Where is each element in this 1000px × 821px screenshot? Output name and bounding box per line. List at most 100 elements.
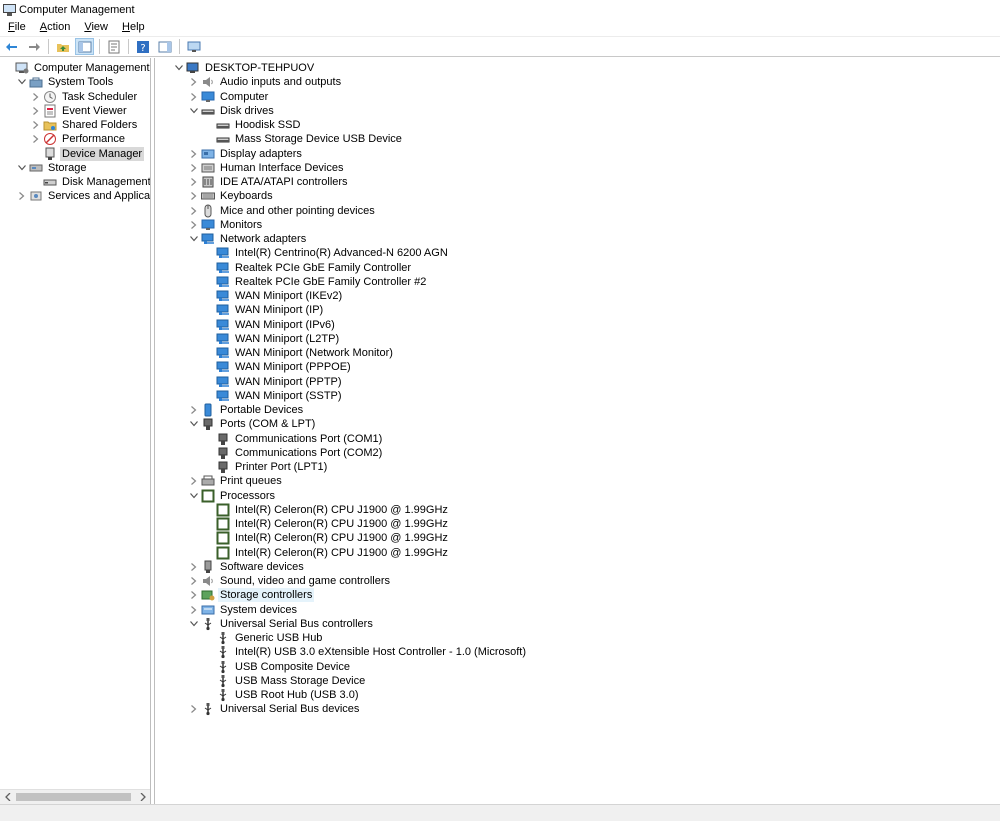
tree-item-wan-miniport-l2tp[interactable]: WAN Miniport (L2TP) (204, 332, 341, 346)
tree-item-intel-r-centrino-r-advanced-n-6200-agn[interactable]: Intel(R) Centrino(R) Advanced-N 6200 AGN (204, 246, 450, 260)
collapse-chevron-icon[interactable] (189, 232, 199, 246)
expand-chevron-icon[interactable] (189, 90, 199, 104)
tree-item-print-queues[interactable]: Print queues (189, 474, 284, 488)
tree-item-wan-miniport-ikev2[interactable]: WAN Miniport (IKEv2) (204, 289, 344, 303)
tree-item-keyboards[interactable]: Keyboards (189, 189, 275, 203)
tree-item-services-and-applications[interactable]: Services and Applications (17, 189, 150, 203)
tree-item-communications-port-com1[interactable]: Communications Port (COM1) (204, 432, 384, 446)
tree-item-realtek-pcie-gbe-family-controller[interactable]: Realtek PCIe GbE Family Controller (204, 261, 413, 275)
device-scan-button[interactable] (184, 38, 203, 55)
collapse-chevron-icon[interactable] (17, 161, 27, 175)
tree-item-intel-r-celeron-r-cpu-j1900-1-99ghz[interactable]: Intel(R) Celeron(R) CPU J1900 @ 1.99GHz (204, 503, 450, 517)
collapse-chevron-icon[interactable] (17, 75, 27, 89)
expand-chevron-icon[interactable] (31, 90, 41, 104)
tree-item-computer[interactable]: Computer (189, 90, 270, 104)
expand-chevron-icon[interactable] (17, 189, 27, 203)
tree-item-ports-com-lpt[interactable]: Ports (COM & LPT) (189, 417, 317, 431)
expand-chevron-icon[interactable] (189, 702, 199, 716)
help-button[interactable]: ? (133, 38, 152, 55)
collapse-chevron-icon[interactable] (189, 489, 199, 503)
scroll-right-icon[interactable] (136, 791, 150, 803)
tree-item-performance[interactable]: Performance (31, 132, 127, 146)
tree-item-storage-controllers[interactable]: Storage controllers (189, 588, 315, 603)
tree-item-event-viewer[interactable]: Event Viewer (31, 104, 129, 118)
expand-chevron-icon[interactable] (189, 403, 199, 417)
tree-item-sound-video-and-game-controllers[interactable]: Sound, video and game controllers (189, 574, 392, 588)
scroll-left-icon[interactable] (1, 791, 15, 803)
expand-chevron-icon[interactable] (189, 574, 199, 588)
tree-item-storage[interactable]: Storage (17, 161, 89, 175)
tree-item-usb-mass-storage-device[interactable]: USB Mass Storage Device (204, 674, 367, 688)
tree-item-human-interface-devices[interactable]: Human Interface Devices (189, 161, 346, 175)
tree-item-universal-serial-bus-controllers[interactable]: Universal Serial Bus controllers (189, 617, 375, 631)
tree-item-disk-drives[interactable]: Disk drives (189, 104, 276, 118)
tree-item-device-manager[interactable]: Device Manager (31, 146, 145, 161)
expand-chevron-icon[interactable] (189, 218, 199, 232)
tree-item-wan-miniport-pptp[interactable]: WAN Miniport (PPTP) (204, 375, 344, 389)
tree-item-universal-serial-bus-devices[interactable]: Universal Serial Bus devices (189, 702, 361, 716)
menu-file[interactable]: File (0, 21, 32, 33)
forward-button[interactable] (24, 38, 43, 55)
tree-item-mass-storage-device-usb-device[interactable]: Mass Storage Device USB Device (204, 132, 404, 146)
show-hide-console-tree-button[interactable] (75, 38, 94, 55)
tree-item-processors[interactable]: Processors (189, 489, 277, 503)
expand-chevron-icon[interactable] (189, 560, 199, 574)
expand-chevron-icon[interactable] (31, 104, 41, 118)
tree-item-computer-management-local[interactable]: Computer Management (Local (3, 61, 150, 75)
tree-item-mice-and-other-pointing-devices[interactable]: Mice and other pointing devices (189, 204, 377, 218)
expand-chevron-icon[interactable] (189, 603, 199, 617)
expand-chevron-icon[interactable] (189, 175, 199, 189)
tree-item-usb-root-hub-usb-3-0[interactable]: USB Root Hub (USB 3.0) (204, 688, 361, 702)
menu-action[interactable]: Action (32, 21, 77, 33)
scrollbar-thumb[interactable] (16, 793, 131, 801)
horizontal-scrollbar[interactable] (0, 789, 150, 804)
tree-item-wan-miniport-sstp[interactable]: WAN Miniport (SSTP) (204, 389, 344, 403)
tree-item-hoodisk-ssd[interactable]: Hoodisk SSD (204, 118, 302, 132)
tree-item-portable-devices[interactable]: Portable Devices (189, 403, 305, 417)
tree-item-software-devices[interactable]: Software devices (189, 560, 306, 574)
tree-item-display-adapters[interactable]: Display adapters (189, 147, 304, 161)
expand-chevron-icon[interactable] (189, 75, 199, 89)
tree-item-network-adapters[interactable]: Network adapters (189, 232, 308, 246)
menu-view[interactable]: View (76, 21, 114, 33)
tree-item-wan-miniport-pppoe[interactable]: WAN Miniport (PPPOE) (204, 360, 353, 374)
collapse-chevron-icon[interactable] (174, 61, 184, 75)
tree-item-generic-usb-hub[interactable]: Generic USB Hub (204, 631, 324, 645)
tree-item-system-devices[interactable]: System devices (189, 603, 299, 617)
expand-chevron-icon[interactable] (189, 204, 199, 218)
expand-chevron-icon[interactable] (31, 118, 41, 132)
tree-item-communications-port-com2[interactable]: Communications Port (COM2) (204, 446, 384, 460)
show-hide-action-pane-button[interactable] (155, 38, 174, 55)
tree-item-intel-r-celeron-r-cpu-j1900-1-99ghz[interactable]: Intel(R) Celeron(R) CPU J1900 @ 1.99GHz (204, 546, 450, 560)
back-button[interactable] (2, 38, 21, 55)
collapse-chevron-icon[interactable] (189, 417, 199, 431)
tree-item-audio-inputs-and-outputs[interactable]: Audio inputs and outputs (189, 75, 343, 89)
expand-chevron-icon[interactable] (189, 161, 199, 175)
tree-item-wan-miniport-ipv6[interactable]: WAN Miniport (IPv6) (204, 318, 337, 332)
tree-item-task-scheduler[interactable]: Task Scheduler (31, 90, 139, 104)
expand-chevron-icon[interactable] (189, 588, 199, 602)
tree-item-shared-folders[interactable]: Shared Folders (31, 118, 139, 132)
tree-item-intel-r-usb-3-0-extensible-host-controller-1-0-microsoft[interactable]: Intel(R) USB 3.0 eXtensible Host Control… (204, 645, 528, 659)
tree-item-ide-ata-atapi-controllers[interactable]: IDE ATA/ATAPI controllers (189, 175, 350, 189)
tree-item-monitors[interactable]: Monitors (189, 218, 264, 232)
tree-item-intel-r-celeron-r-cpu-j1900-1-99ghz[interactable]: Intel(R) Celeron(R) CPU J1900 @ 1.99GHz (204, 531, 450, 545)
expand-chevron-icon[interactable] (31, 132, 41, 146)
tree-item-realtek-pcie-gbe-family-controller-2[interactable]: Realtek PCIe GbE Family Controller #2 (204, 275, 428, 289)
expand-chevron-icon[interactable] (189, 189, 199, 203)
tree-item-intel-r-celeron-r-cpu-j1900-1-99ghz[interactable]: Intel(R) Celeron(R) CPU J1900 @ 1.99GHz (204, 517, 450, 531)
tree-item-disk-management[interactable]: Disk Management (31, 175, 150, 189)
tree-item-usb-composite-device[interactable]: USB Composite Device (204, 660, 352, 674)
tree-item-printer-port-lpt1[interactable]: Printer Port (LPT1) (204, 460, 329, 474)
properties-button[interactable] (104, 38, 123, 55)
tree-item-system-tools[interactable]: System Tools (17, 75, 115, 89)
tree-item-wan-miniport-network-monitor[interactable]: WAN Miniport (Network Monitor) (204, 346, 395, 360)
menu-help[interactable]: Help (114, 21, 151, 33)
up-one-level-button[interactable] (53, 38, 72, 55)
expand-chevron-icon[interactable] (189, 474, 199, 488)
tree-item-wan-miniport-ip[interactable]: WAN Miniport (IP) (204, 303, 325, 317)
tree-item-desktop-tehpuov[interactable]: DESKTOP-TEHPUOV (174, 61, 316, 75)
expand-chevron-icon[interactable] (189, 147, 199, 161)
collapse-chevron-icon[interactable] (189, 617, 199, 631)
collapse-chevron-icon[interactable] (189, 104, 199, 118)
